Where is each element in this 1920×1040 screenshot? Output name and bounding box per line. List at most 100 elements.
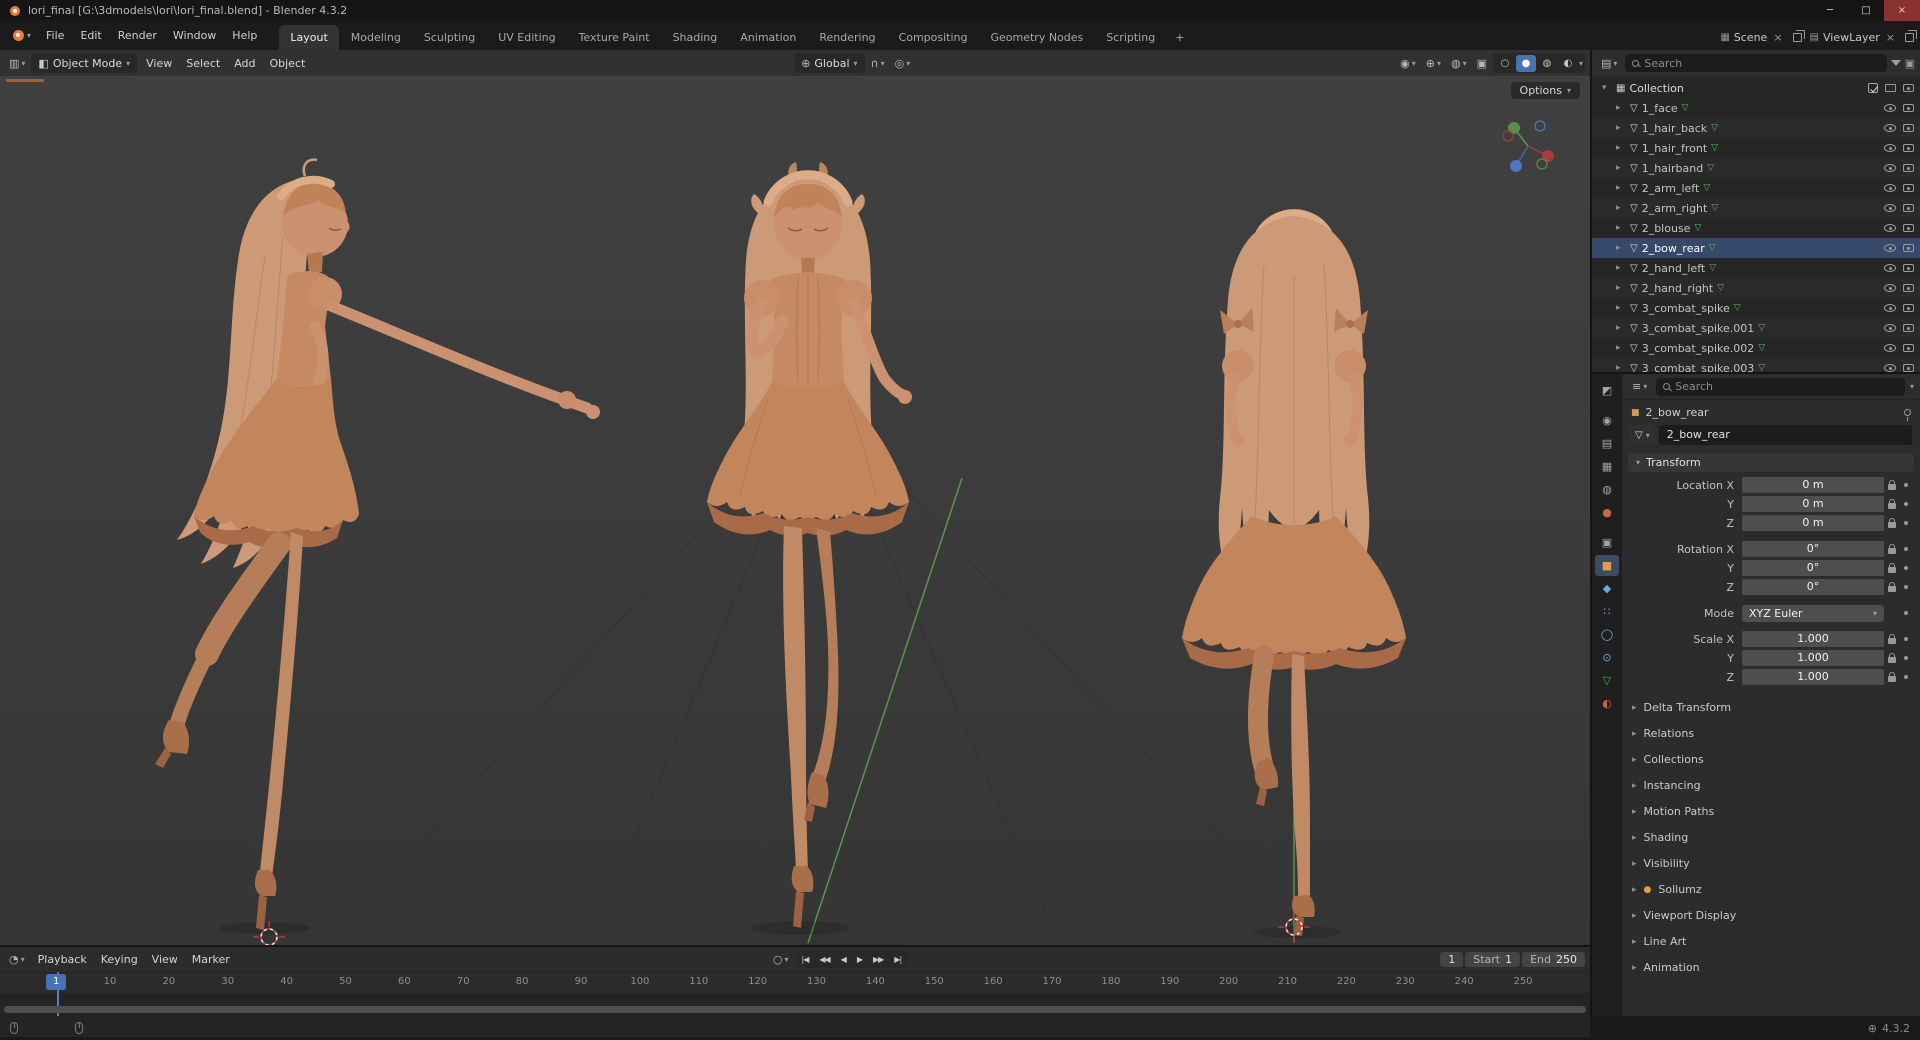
- hide-viewport-icon[interactable]: [1884, 364, 1896, 372]
- scale-value-field[interactable]: 1.000: [1742, 631, 1884, 647]
- rotation-mode-dropdown[interactable]: XYZ Euler ▾: [1742, 605, 1884, 622]
- mode-dropdown[interactable]: ◧ Object Mode ▾: [31, 53, 137, 73]
- animate-dot-icon[interactable]: [1904, 566, 1908, 570]
- animate-dot-icon[interactable]: [1904, 547, 1908, 551]
- current-frame-field[interactable]: 1: [1440, 952, 1463, 967]
- lock-icon[interactable]: [1888, 657, 1896, 663]
- disable-render-icon[interactable]: [1903, 344, 1914, 352]
- maximize-button[interactable]: □: [1848, 0, 1884, 21]
- timeline-menu[interactable]: Keying: [94, 950, 145, 969]
- hide-viewport-icon[interactable]: [1884, 284, 1896, 292]
- lock-icon[interactable]: [1888, 484, 1896, 490]
- disclosure-closed-icon[interactable]: ▸: [1616, 283, 1626, 293]
- workspace-tab[interactable]: Scripting: [1095, 25, 1166, 50]
- animate-dot-icon[interactable]: [1904, 521, 1908, 525]
- tab-constraints[interactable]: ⊙: [1595, 647, 1619, 668]
- tab-scene[interactable]: ◍: [1595, 479, 1619, 500]
- lock-icon[interactable]: [1888, 548, 1896, 554]
- disable-render-icon[interactable]: [1903, 184, 1914, 192]
- jump-to-start-button[interactable]: |◀: [797, 952, 814, 967]
- outliner-row[interactable]: ▸ ▽ 1_hair_front ▽: [1592, 138, 1920, 158]
- properties-section[interactable]: ▸ Delta Transform: [1622, 695, 1920, 721]
- rotation-value-field[interactable]: 0°: [1742, 560, 1884, 576]
- outliner-row[interactable]: ▸ ▽ 2_arm_left ▽: [1592, 178, 1920, 198]
- tab-modifiers[interactable]: ◆: [1595, 578, 1619, 599]
- hide-viewport-icon[interactable]: [1884, 164, 1896, 172]
- disable-render-icon[interactable]: [1903, 324, 1914, 332]
- disclosure-closed-icon[interactable]: ▸: [1616, 183, 1626, 193]
- disclosure-closed-icon[interactable]: ▸: [1616, 303, 1626, 313]
- outliner-editor-type-button[interactable]: ▤ ▾: [1597, 53, 1621, 73]
- chevron-down-icon[interactable]: ▾: [1579, 59, 1583, 68]
- hide-viewport-icon[interactable]: [1884, 104, 1896, 112]
- model-side-view[interactable]: [155, 160, 600, 934]
- location-value-field[interactable]: 0 m: [1742, 496, 1884, 512]
- viewlayer-selector[interactable]: ▤ ViewLayer ×: [1805, 29, 1902, 46]
- hide-viewport-icon[interactable]: [1884, 204, 1896, 212]
- close-button[interactable]: ×: [1884, 0, 1920, 21]
- xray-toggle[interactable]: ▣: [1473, 53, 1491, 73]
- disclosure-closed-icon[interactable]: ▸: [1616, 163, 1626, 173]
- hide-viewport-icon[interactable]: [1884, 344, 1896, 352]
- new-viewlayer-button[interactable]: [1905, 33, 1914, 42]
- tab-object-data[interactable]: ▽: [1595, 670, 1619, 691]
- viewport-3d[interactable]: Options ▾: [0, 76, 1590, 945]
- disclosure-closed-icon[interactable]: ▸: [1616, 103, 1626, 113]
- jump-to-end-button[interactable]: ▶|: [889, 952, 906, 967]
- shading-rendered-button[interactable]: ◐: [1558, 55, 1578, 72]
- properties-section[interactable]: ▸ Viewport Display: [1622, 903, 1920, 929]
- timeline-menu[interactable]: Playback: [31, 950, 94, 969]
- workspace-tab[interactable]: Rendering: [808, 25, 886, 50]
- outliner-row[interactable]: ▸ ▽ 2_bow_rear ▽: [1592, 238, 1920, 258]
- properties-section[interactable]: ▸ Instancing: [1622, 773, 1920, 799]
- menubar-menu[interactable]: Help: [224, 25, 265, 46]
- animate-dot-icon[interactable]: [1904, 483, 1908, 487]
- outliner-row[interactable]: ▸ ▽ 3_combat_spike ▽: [1592, 298, 1920, 318]
- disable-render-icon[interactable]: [1903, 124, 1914, 132]
- properties-section[interactable]: ▸ Motion Paths: [1622, 799, 1920, 825]
- object-type-dropdown[interactable]: ▽ ▾: [1630, 425, 1655, 445]
- disable-render-icon[interactable]: [1903, 224, 1914, 232]
- transform-orientation-dropdown[interactable]: ⊕ Global ▾: [794, 53, 864, 73]
- outliner-row[interactable]: ▸ ▽ 3_combat_spike.002 ▽: [1592, 338, 1920, 358]
- location-value-field[interactable]: 0 m: [1742, 477, 1884, 493]
- tab-render[interactable]: ◉: [1595, 410, 1619, 431]
- disclosure-closed-icon[interactable]: ▸: [1616, 323, 1626, 333]
- gizmos-dropdown[interactable]: ⊕ ▾: [1422, 53, 1445, 73]
- disable-render-icon[interactable]: [1903, 284, 1914, 292]
- rotation-value-field[interactable]: 0°: [1742, 579, 1884, 595]
- shading-wireframe-button[interactable]: ○: [1495, 55, 1515, 72]
- outliner-row[interactable]: ▸ ▽ 3_combat_spike.001 ▽: [1592, 318, 1920, 338]
- disclosure-closed-icon[interactable]: ▸: [1616, 343, 1626, 353]
- disclosure-closed-icon[interactable]: ▸: [1616, 143, 1626, 153]
- scale-value-field[interactable]: 1.000: [1742, 650, 1884, 666]
- hide-viewport-icon[interactable]: [1884, 324, 1896, 332]
- tab-output[interactable]: ▤: [1595, 433, 1619, 454]
- menubar-menu[interactable]: Window: [165, 25, 224, 46]
- tab-tool[interactable]: ◩: [1595, 380, 1619, 401]
- disclosure-closed-icon[interactable]: ▸: [1616, 363, 1626, 372]
- auto-keying-button[interactable]: ○ ▾: [769, 950, 793, 970]
- play-button[interactable]: ▶: [852, 952, 867, 967]
- properties-section[interactable]: ▸ Collections: [1622, 747, 1920, 773]
- tab-world[interactable]: ●: [1595, 502, 1619, 523]
- chevron-down-icon[interactable]: ▾: [1910, 382, 1914, 391]
- properties-section[interactable]: ▸ Visibility: [1622, 851, 1920, 877]
- viewport-menu[interactable]: Select: [179, 54, 227, 73]
- animate-dot-icon[interactable]: [1904, 675, 1908, 679]
- filter-icon[interactable]: [1891, 60, 1901, 66]
- overlays-dropdown[interactable]: ◍ ▾: [1447, 53, 1471, 73]
- timeline-body[interactable]: 1020304050607080901001101201301401501601…: [0, 972, 1590, 1016]
- outliner-row[interactable]: ▸ ▽ 3_combat_spike.003 ▽: [1592, 358, 1920, 372]
- prev-keyframe-button[interactable]: ◀◀: [814, 952, 834, 967]
- options-button[interactable]: Options ▾: [1511, 82, 1580, 99]
- frame-start-field[interactable]: Start 1: [1465, 952, 1520, 967]
- minimize-button[interactable]: ─: [1812, 0, 1848, 21]
- hide-viewport-icon[interactable]: [1884, 124, 1896, 132]
- tab-particles[interactable]: ∷: [1595, 601, 1619, 622]
- workspace-tab[interactable]: Shading: [662, 25, 729, 50]
- proportional-editing-button[interactable]: ◎ ▾: [891, 53, 915, 73]
- disable-render-icon[interactable]: [1903, 264, 1914, 272]
- navigation-gizmo[interactable]: [1503, 121, 1554, 172]
- hide-viewport-icon[interactable]: [1884, 244, 1896, 252]
